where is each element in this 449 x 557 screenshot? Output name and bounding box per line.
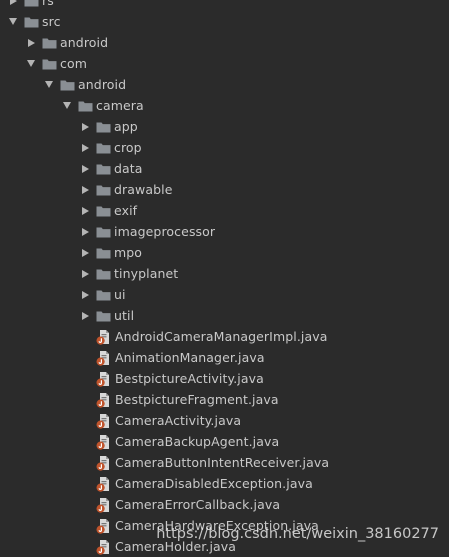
chevron-right-icon[interactable] (78, 267, 92, 281)
chevron-down-icon[interactable] (6, 15, 20, 29)
tree-file-item[interactable]: CameraHardwareException.java (0, 515, 449, 536)
tree-item-label: util (114, 308, 135, 323)
tree-item-label: src (42, 14, 61, 29)
folder-icon (96, 184, 111, 196)
tree-item-label: camera (96, 98, 144, 113)
chevron-right-icon[interactable] (78, 120, 92, 134)
folder-icon (96, 142, 111, 154)
tree-folder-item[interactable]: tinyplanet (0, 263, 449, 284)
folder-icon (78, 100, 93, 112)
java-file-icon (96, 455, 112, 471)
tree-item-label: tinyplanet (114, 266, 179, 281)
java-file-icon (96, 497, 112, 513)
folder-icon (96, 163, 111, 175)
tree-folder-item[interactable]: imageprocessor (0, 221, 449, 242)
chevron-right-icon[interactable] (78, 204, 92, 218)
tree-item-label: CameraActivity.java (115, 413, 242, 428)
folder-icon (96, 289, 111, 301)
tree-item-label: exif (114, 203, 138, 218)
tree-item-label: AndroidCameraManagerImpl.java (115, 329, 328, 344)
tree-folder-item[interactable]: crop (0, 137, 449, 158)
tree-item-label: mpo (114, 245, 143, 260)
chevron-right-icon[interactable] (78, 183, 92, 197)
java-file-icon (96, 518, 112, 534)
tree-file-item[interactable]: CameraButtonIntentReceiver.java (0, 452, 449, 473)
folder-icon (96, 121, 111, 133)
tree-folder-item[interactable]: util (0, 305, 449, 326)
tree-item-label: CameraBackupAgent.java (115, 434, 280, 449)
folder-icon (24, 16, 39, 28)
tree-item-label: crop (114, 140, 142, 155)
tree-folder-item[interactable]: src (0, 11, 449, 32)
tree-file-item[interactable]: AnimationManager.java (0, 347, 449, 368)
chevron-down-icon[interactable] (24, 57, 38, 71)
tree-item-label: CameraButtonIntentReceiver.java (115, 455, 330, 470)
tree-item-label: android (78, 77, 127, 92)
tree-folder-item[interactable]: exif (0, 200, 449, 221)
tree-file-item[interactable]: AndroidCameraManagerImpl.java (0, 326, 449, 347)
tree-file-item[interactable]: CameraDisabledException.java (0, 473, 449, 494)
tree-file-item[interactable]: CameraErrorCallback.java (0, 494, 449, 515)
chevron-right-icon[interactable] (78, 246, 92, 260)
java-file-icon (96, 539, 112, 555)
tree-file-item[interactable]: CameraActivity.java (0, 410, 449, 431)
folder-icon (60, 79, 75, 91)
tree-item-label: CameraHolder.java (115, 539, 237, 554)
chevron-down-icon[interactable] (60, 99, 74, 113)
java-file-icon (96, 350, 112, 366)
tree-file-item[interactable]: BestpictureActivity.java (0, 368, 449, 389)
tree-folder-item[interactable]: mpo (0, 242, 449, 263)
tree-item-label: imageprocessor (114, 224, 216, 239)
java-file-icon (96, 476, 112, 492)
chevron-right-icon[interactable] (78, 141, 92, 155)
tree-item-label: android (60, 35, 109, 50)
tree-folder-item[interactable]: android (0, 32, 449, 53)
folder-icon (96, 247, 111, 259)
chevron-right-icon[interactable] (78, 309, 92, 323)
tree-item-label: BestpictureFragment.java (115, 392, 279, 407)
chevron-down-icon[interactable] (42, 78, 56, 92)
tree-folder-item[interactable]: rs (0, 0, 449, 11)
tree-item-label: rs (42, 0, 54, 8)
tree-item-label: CameraErrorCallback.java (115, 497, 281, 512)
java-file-icon (96, 392, 112, 408)
java-file-icon (96, 434, 112, 450)
java-file-icon (96, 413, 112, 429)
tree-folder-item[interactable]: android (0, 74, 449, 95)
tree-item-label: ui (114, 287, 126, 302)
chevron-right-icon[interactable] (78, 162, 92, 176)
tree-item-label: data (114, 161, 143, 176)
folder-icon (42, 58, 57, 70)
java-file-icon (96, 371, 112, 387)
tree-item-label: app (114, 119, 138, 134)
tree-folder-item[interactable]: com (0, 53, 449, 74)
tree-folder-item[interactable]: drawable (0, 179, 449, 200)
tree-item-label: CameraHardwareException.java (115, 518, 319, 533)
tree-folder-item[interactable]: app (0, 116, 449, 137)
folder-icon (24, 0, 39, 7)
folder-icon (96, 226, 111, 238)
chevron-right-icon[interactable] (78, 288, 92, 302)
tree-item-label: AnimationManager.java (115, 350, 265, 365)
tree-item-label: CameraDisabledException.java (115, 476, 313, 491)
tree-item-label: com (60, 56, 87, 71)
chevron-right-icon[interactable] (78, 225, 92, 239)
tree-file-item[interactable]: CameraHolder.java (0, 536, 449, 557)
tree-file-item[interactable]: BestpictureFragment.java (0, 389, 449, 410)
tree-file-item[interactable]: CameraBackupAgent.java (0, 431, 449, 452)
chevron-right-icon[interactable] (6, 0, 20, 8)
project-tree: rs src android com android camera app crop data d… (0, 0, 449, 557)
java-file-icon (96, 329, 112, 345)
tree-folder-item[interactable]: data (0, 158, 449, 179)
tree-item-label: BestpictureActivity.java (115, 371, 264, 386)
tree-folder-item[interactable]: camera (0, 95, 449, 116)
tree-item-label: drawable (114, 182, 173, 197)
folder-icon (96, 205, 111, 217)
tree-folder-item[interactable]: ui (0, 284, 449, 305)
chevron-right-icon[interactable] (24, 36, 38, 50)
folder-icon (42, 37, 57, 49)
folder-icon (96, 268, 111, 280)
folder-icon (96, 310, 111, 322)
